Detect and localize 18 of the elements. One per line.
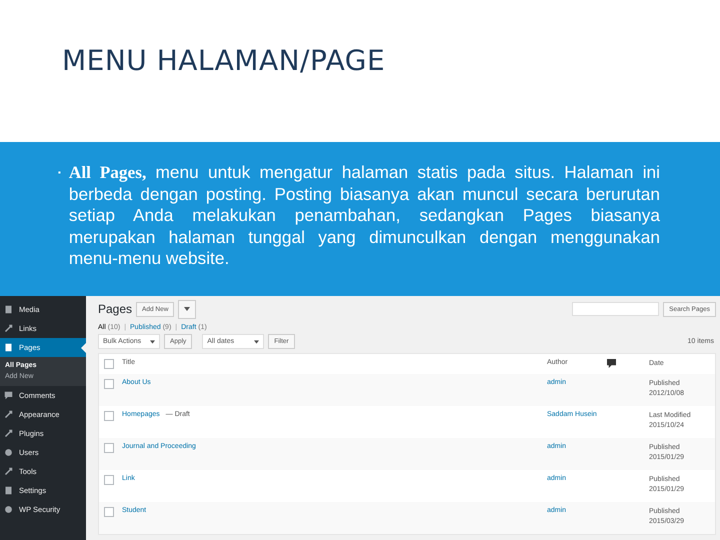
checkbox[interactable] [104,443,114,453]
page-icon [4,343,13,352]
search-field[interactable] [572,302,660,316]
checkbox[interactable] [104,507,114,517]
dropdown-button[interactable] [178,300,196,318]
caret-icon [150,340,155,344]
bullet: ▪ [58,168,61,179]
caret-icon [184,306,190,310]
slide-paragraph: All Pages, menu untuk mengatur halaman statis pada situs. Halaman ini berbeda dengan posting. Posting biasanya akan muncul secara berurutan setiap Anda melakukan penambahan, sedangkan Pages biasanya merupakan halaman tunggal yang dimunculkan dengan menggunakan menu-menu website. [68,162,660,270]
checkbox[interactable] [104,411,114,421]
comment-icon [4,391,13,400]
checkbox[interactable] [104,475,114,485]
checkbox[interactable] [104,379,114,389]
comment-icon [607,359,616,368]
checkbox[interactable] [104,359,114,369]
page-heading: Pages [98,302,132,316]
caret-icon [254,340,260,344]
slide-title: MENU HALAMAN/PAGE [62,44,386,77]
